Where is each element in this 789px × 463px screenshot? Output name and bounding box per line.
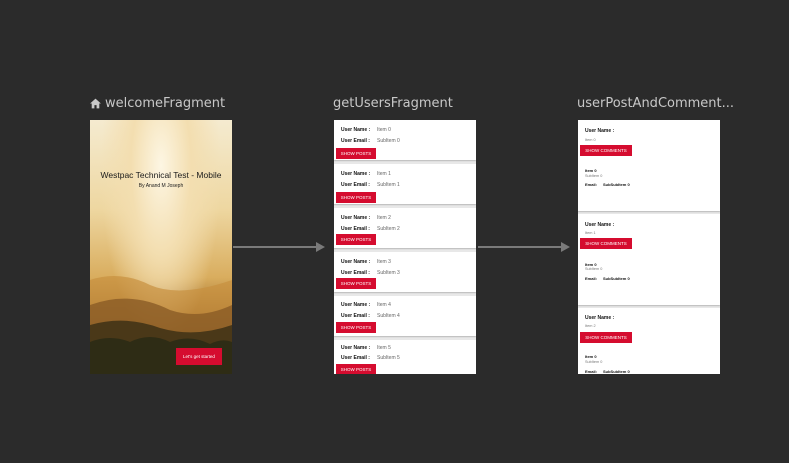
show-posts-button[interactable]: SHOW POSTS [336, 234, 376, 245]
user-name-label: User Name : [341, 127, 371, 133]
user-name-value: Item 4 [377, 302, 391, 308]
user-name-value: Item 1 [585, 231, 596, 235]
fragment-title-welcome[interactable]: welcomeFragment [89, 96, 225, 111]
user-email-value: SubItem 4 [377, 313, 400, 319]
user-name-label: User Name : [341, 215, 371, 221]
show-comments-button[interactable]: SHOW COMMENTS [580, 238, 632, 249]
comment-email-label: Email: [585, 276, 598, 281]
user-name-label: User Name : [341, 345, 371, 351]
user-email-value: SubItem 2 [377, 226, 400, 232]
show-comments-button[interactable]: SHOW COMMENTS [580, 145, 632, 156]
user-name-label: User Name : [585, 315, 615, 321]
comment-email-value: SubSubItem 0 [603, 182, 630, 187]
post-subtitle: SubItem 0 [585, 360, 603, 364]
user-name-value: Item 0 [377, 127, 391, 133]
post-card[interactable]: User Name : Item 2 SHOW COMMENTS Item 0 … [578, 308, 720, 374]
user-card[interactable]: User Name : Item 5 User Email : SubItem 5 … [334, 340, 476, 374]
comment-email-value: SubSubItem 0 [603, 369, 630, 374]
fragment-title-label: welcomeFragment [105, 96, 226, 111]
show-posts-button[interactable]: SHOW POSTS [336, 364, 376, 374]
user-card[interactable]: User Name : Item 3 User Email : SubItem 3 … [334, 252, 476, 292]
post-title: Item 0 [585, 168, 597, 173]
user-name-label: User Name : [585, 128, 615, 134]
user-email-value: SubItem 3 [377, 270, 400, 276]
user-card[interactable]: User Name : Item 2 User Email : SubItem 2 … [334, 208, 476, 248]
show-posts-button[interactable]: SHOW POSTS [336, 148, 376, 159]
navigation-arrow-line [478, 246, 562, 248]
welcome-subtitle: By Anand M Joseph [138, 183, 184, 189]
user-name-label: User Name : [341, 259, 371, 265]
post-subtitle: SubItem 0 [585, 174, 603, 178]
user-name-value: Item 0 [585, 138, 596, 142]
user-email-value: SubItem 0 [377, 138, 400, 144]
user-email-value: SubItem 1 [377, 182, 400, 188]
arrow-head-icon [561, 242, 570, 252]
user-card[interactable]: User Name : Item 1 User Email : SubItem 1 … [334, 164, 476, 204]
post-card[interactable]: User Name : Item 1 SHOW COMMENTS Item 0 … [578, 214, 720, 305]
user-name-value: Item 2 [585, 324, 596, 328]
user-email-value: SubItem 5 [377, 355, 400, 361]
fragment-title-users[interactable]: getUsersFragment [333, 96, 453, 111]
welcome-title: Westpac Technical Test - Mobile [100, 170, 222, 180]
user-card[interactable]: User Name : Item 4 User Email : SubItem 4 … [334, 296, 476, 336]
post-subtitle: SubItem 0 [585, 267, 603, 271]
user-email-label: User Email : [341, 226, 370, 232]
show-posts-button[interactable]: SHOW POSTS [336, 322, 376, 333]
fragment-title-posts[interactable]: userPostAndComment... [577, 96, 734, 111]
welcome-fragment-screen[interactable]: Westpac Technical Test - Mobile By Anand… [90, 120, 232, 374]
comment-email-label: Email: [585, 182, 598, 187]
comment-email-label: Email: [585, 369, 598, 374]
posts-fragment-screen[interactable]: User Name : Item 0 SHOW COMMENTS Item 0 … [578, 120, 720, 374]
user-card[interactable]: User Name : Item 0 User Email : SubItem 0 … [334, 120, 476, 160]
user-email-label: User Email : [341, 313, 370, 319]
users-fragment-screen[interactable]: User Name : Item 0 User Email : SubItem 0 … [334, 120, 476, 374]
show-posts-button[interactable]: SHOW POSTS [336, 192, 376, 203]
show-comments-button[interactable]: SHOW COMMENTS [580, 332, 632, 343]
user-name-value: Item 3 [377, 259, 391, 265]
user-name-label: User Name : [341, 302, 371, 308]
user-name-label: User Name : [341, 171, 371, 177]
comment-email-value: SubSubItem 0 [603, 276, 630, 281]
user-name-label: User Name : [585, 222, 615, 228]
show-posts-button[interactable]: SHOW POSTS [336, 278, 376, 289]
desert-background-image [90, 276, 232, 374]
fragment-title-label: userPostAndComment... [577, 96, 735, 111]
user-email-label: User Email : [341, 270, 370, 276]
arrow-head-icon [316, 242, 325, 252]
post-card[interactable]: User Name : Item 0 SHOW COMMENTS Item 0 … [578, 120, 720, 211]
user-email-label: User Email : [341, 355, 370, 361]
fragment-title-label: getUsersFragment [333, 96, 453, 111]
user-name-value: Item 5 [377, 345, 391, 351]
navigation-arrow-line [233, 246, 317, 248]
user-name-value: Item 2 [377, 215, 391, 221]
user-email-label: User Email : [341, 182, 370, 188]
user-name-value: Item 1 [377, 171, 391, 177]
home-icon [90, 98, 101, 109]
get-started-button[interactable]: Let's get started [176, 348, 222, 365]
user-email-label: User Email : [341, 138, 370, 144]
post-title: Item 0 [585, 354, 597, 359]
